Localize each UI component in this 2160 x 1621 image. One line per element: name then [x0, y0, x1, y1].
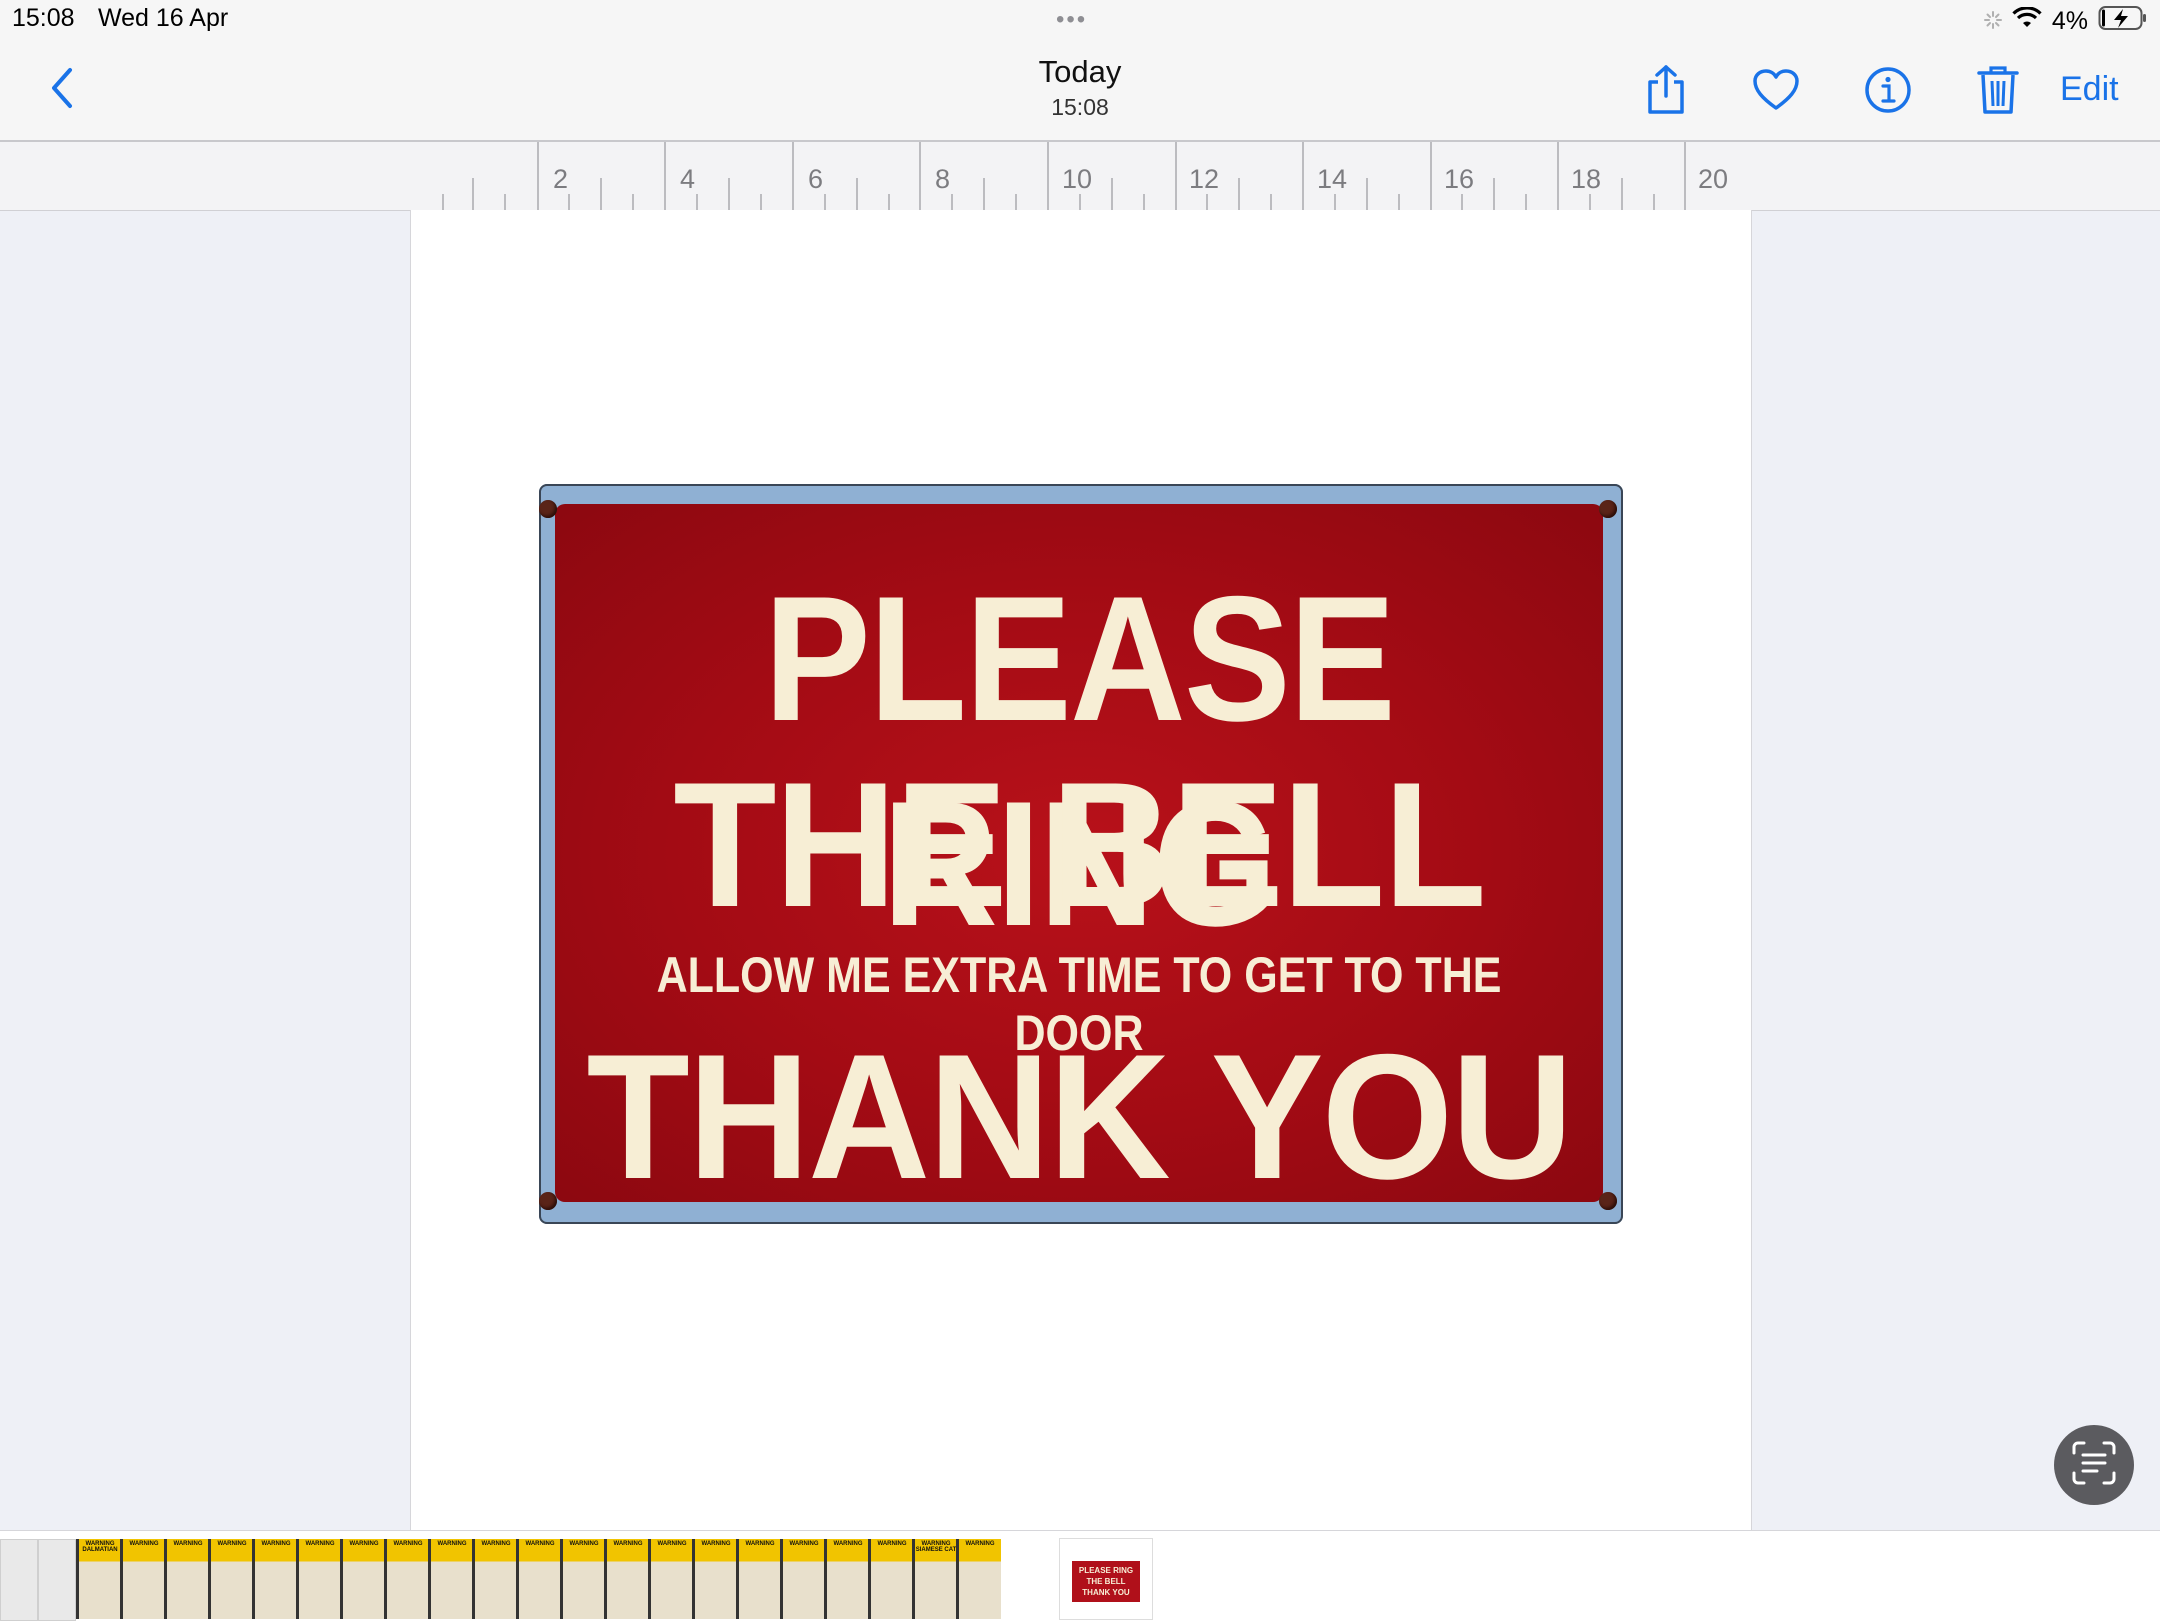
filmstrip-thumbnail[interactable]: WARNING	[516, 1539, 561, 1619]
thumbnail-label: WARNING	[305, 1541, 335, 1547]
filmstrip-thumbnail[interactable]: WARNING	[428, 1539, 473, 1619]
filmstrip-thumbnail[interactable]: WARNING	[604, 1539, 649, 1619]
sign-image: PLEASE RING THE BELL ALLOW ME EXTRA TIME…	[539, 484, 1623, 1224]
filmstrip-thumbnail[interactable]: WARNING	[956, 1539, 1001, 1619]
thumbnail-filmstrip[interactable]: WARNING DALMATIAN WARNING WARNING WARNING WA…	[0, 1530, 2160, 1621]
filmstrip-thumbnail[interactable]: WARNING	[120, 1539, 165, 1619]
filmstrip-thumbnail[interactable]: WARNING	[868, 1539, 913, 1619]
filmstrip-thumbnail[interactable]: WARNING	[340, 1539, 385, 1619]
thumbnail-label: WARNING	[393, 1541, 423, 1547]
favorite-heart-icon	[1752, 68, 1800, 117]
filmstrip-thumbnail[interactable]: WARNING	[472, 1539, 517, 1619]
filmstrip-thumbnail[interactable]: WARNING	[252, 1539, 297, 1619]
filmstrip-thumbnail[interactable]: WARNING	[648, 1539, 693, 1619]
status-bar: 15:08 Wed 16 Apr ••• 4%	[0, 0, 2160, 40]
filmstrip-thumbnail[interactable]: WARNING	[296, 1539, 341, 1619]
thumbnail-label: WARNING DALMATIAN	[82, 1541, 118, 1553]
live-text-button[interactable]	[2054, 1425, 2134, 1505]
edit-button[interactable]: Edit	[2060, 70, 2119, 109]
ruler-label: 16	[1444, 164, 1474, 194]
thumbnail-label: WARNING	[261, 1541, 291, 1547]
document-ruler: 2 4 6 8 10 12 14 16 18 20	[0, 142, 2160, 211]
thumbnail-label: WARNING	[525, 1541, 555, 1547]
battery-percent: 4%	[2051, 6, 2088, 35]
activity-spinner-icon	[1983, 7, 2002, 36]
thumbnail-label: WARNING	[965, 1541, 995, 1547]
filmstrip-thumbnail[interactable]: WARNING	[824, 1539, 869, 1619]
ruler-label: 6	[808, 164, 823, 194]
thumbnail-label: WARNING	[877, 1541, 907, 1547]
ruler-label: 2	[553, 164, 568, 194]
back-button[interactable]	[40, 62, 84, 118]
ruler-label: 20	[1698, 164, 1728, 194]
thumbnail-label: WARNING	[481, 1541, 511, 1547]
filmstrip-thumbnail[interactable]: WARNING	[560, 1539, 605, 1619]
filmstrip-thumbnail[interactable]: WARNING	[208, 1539, 253, 1619]
sign-line-4: THANK YOU	[586, 1017, 1573, 1216]
filmstrip-thumbnail[interactable]: PLEASE RING THE BELL THANK YOU	[1060, 1539, 1152, 1619]
sign-line-2: THE BELL	[673, 745, 1486, 944]
status-date: Wed 16 Apr	[98, 4, 229, 32]
filmstrip-thumbnail[interactable]: WARNING SIAMESE CAT	[912, 1539, 957, 1619]
nav-subtitle: 15:08	[1051, 94, 1109, 120]
thumbnail-label: PLEASE RING THE BELL THANK YOU	[1072, 1561, 1140, 1602]
status-time: 15:08	[12, 4, 75, 32]
filmstrip-thumbnail[interactable]: WARNING	[736, 1539, 781, 1619]
nav-title: Today	[1038, 54, 1122, 89]
share-button[interactable]	[1636, 62, 1696, 122]
filmstrip-thumbnail[interactable]	[0, 1539, 38, 1621]
filmstrip-thumbnail[interactable]: WARNING DALMATIAN	[76, 1539, 121, 1619]
nav-bar: Today 15:08 Edit	[0, 40, 2160, 142]
filmstrip-thumbnail[interactable]: WARNING	[164, 1539, 209, 1619]
thumbnail-label: WARNING	[569, 1541, 599, 1547]
thumbnail-label: WARNING	[833, 1541, 863, 1547]
thumbnail-label: WARNING	[745, 1541, 775, 1547]
battery-charging-icon	[2098, 5, 2148, 38]
share-icon	[1644, 64, 1688, 121]
live-text-icon	[2071, 1440, 2117, 1491]
rivet	[539, 500, 557, 518]
wifi-icon	[2012, 5, 2042, 36]
thumbnail-label: WARNING	[217, 1541, 247, 1547]
ruler-label: 18	[1571, 164, 1601, 194]
filmstrip-thumbnail[interactable]: WARNING	[384, 1539, 429, 1619]
ruler-label: 14	[1317, 164, 1347, 194]
filmstrip-thumbnail[interactable]	[38, 1539, 76, 1621]
document-page[interactable]: PLEASE RING THE BELL ALLOW ME EXTRA TIME…	[410, 210, 1752, 1530]
sign-panel: PLEASE RING THE BELL ALLOW ME EXTRA TIME…	[555, 504, 1603, 1216]
thumbnail-label: WARNING	[701, 1541, 731, 1547]
rivet	[539, 1192, 557, 1210]
delete-button[interactable]	[1968, 62, 2028, 122]
ruler-label: 8	[935, 164, 950, 194]
thumbnail-label: WARNING	[349, 1541, 379, 1547]
ruler-label: 4	[680, 164, 695, 194]
thumbnail-label: WARNING	[129, 1541, 159, 1547]
thumbnail-label: WARNING SIAMESE CAT	[915, 1541, 957, 1553]
info-icon	[1864, 66, 1912, 119]
rivet	[1599, 1192, 1617, 1210]
thumbnail-label: WARNING	[613, 1541, 643, 1547]
status-right-group: 4%	[1983, 4, 2148, 38]
filmstrip-thumbnail[interactable]: WARNING	[692, 1539, 737, 1619]
rivet	[1599, 500, 1617, 518]
ruler-label: 10	[1062, 164, 1092, 194]
ruler-label: 12	[1189, 164, 1219, 194]
filmstrip-thumbnail[interactable]: WARNING	[780, 1539, 825, 1619]
thumbnail-label: WARNING	[789, 1541, 819, 1547]
favorite-button[interactable]	[1746, 62, 1806, 122]
multitasking-dots[interactable]: •••	[1056, 6, 1087, 34]
thumbnail-label: WARNING	[173, 1541, 203, 1547]
thumbnail-label: WARNING	[657, 1541, 687, 1547]
info-button[interactable]	[1858, 62, 1918, 122]
trash-icon	[1976, 64, 2020, 121]
back-chevron-icon	[48, 66, 76, 115]
thumbnail-label: WARNING	[437, 1541, 467, 1547]
ruler-ticks: 2 4 6 8 10 12 14 16 18 20	[442, 142, 1728, 210]
